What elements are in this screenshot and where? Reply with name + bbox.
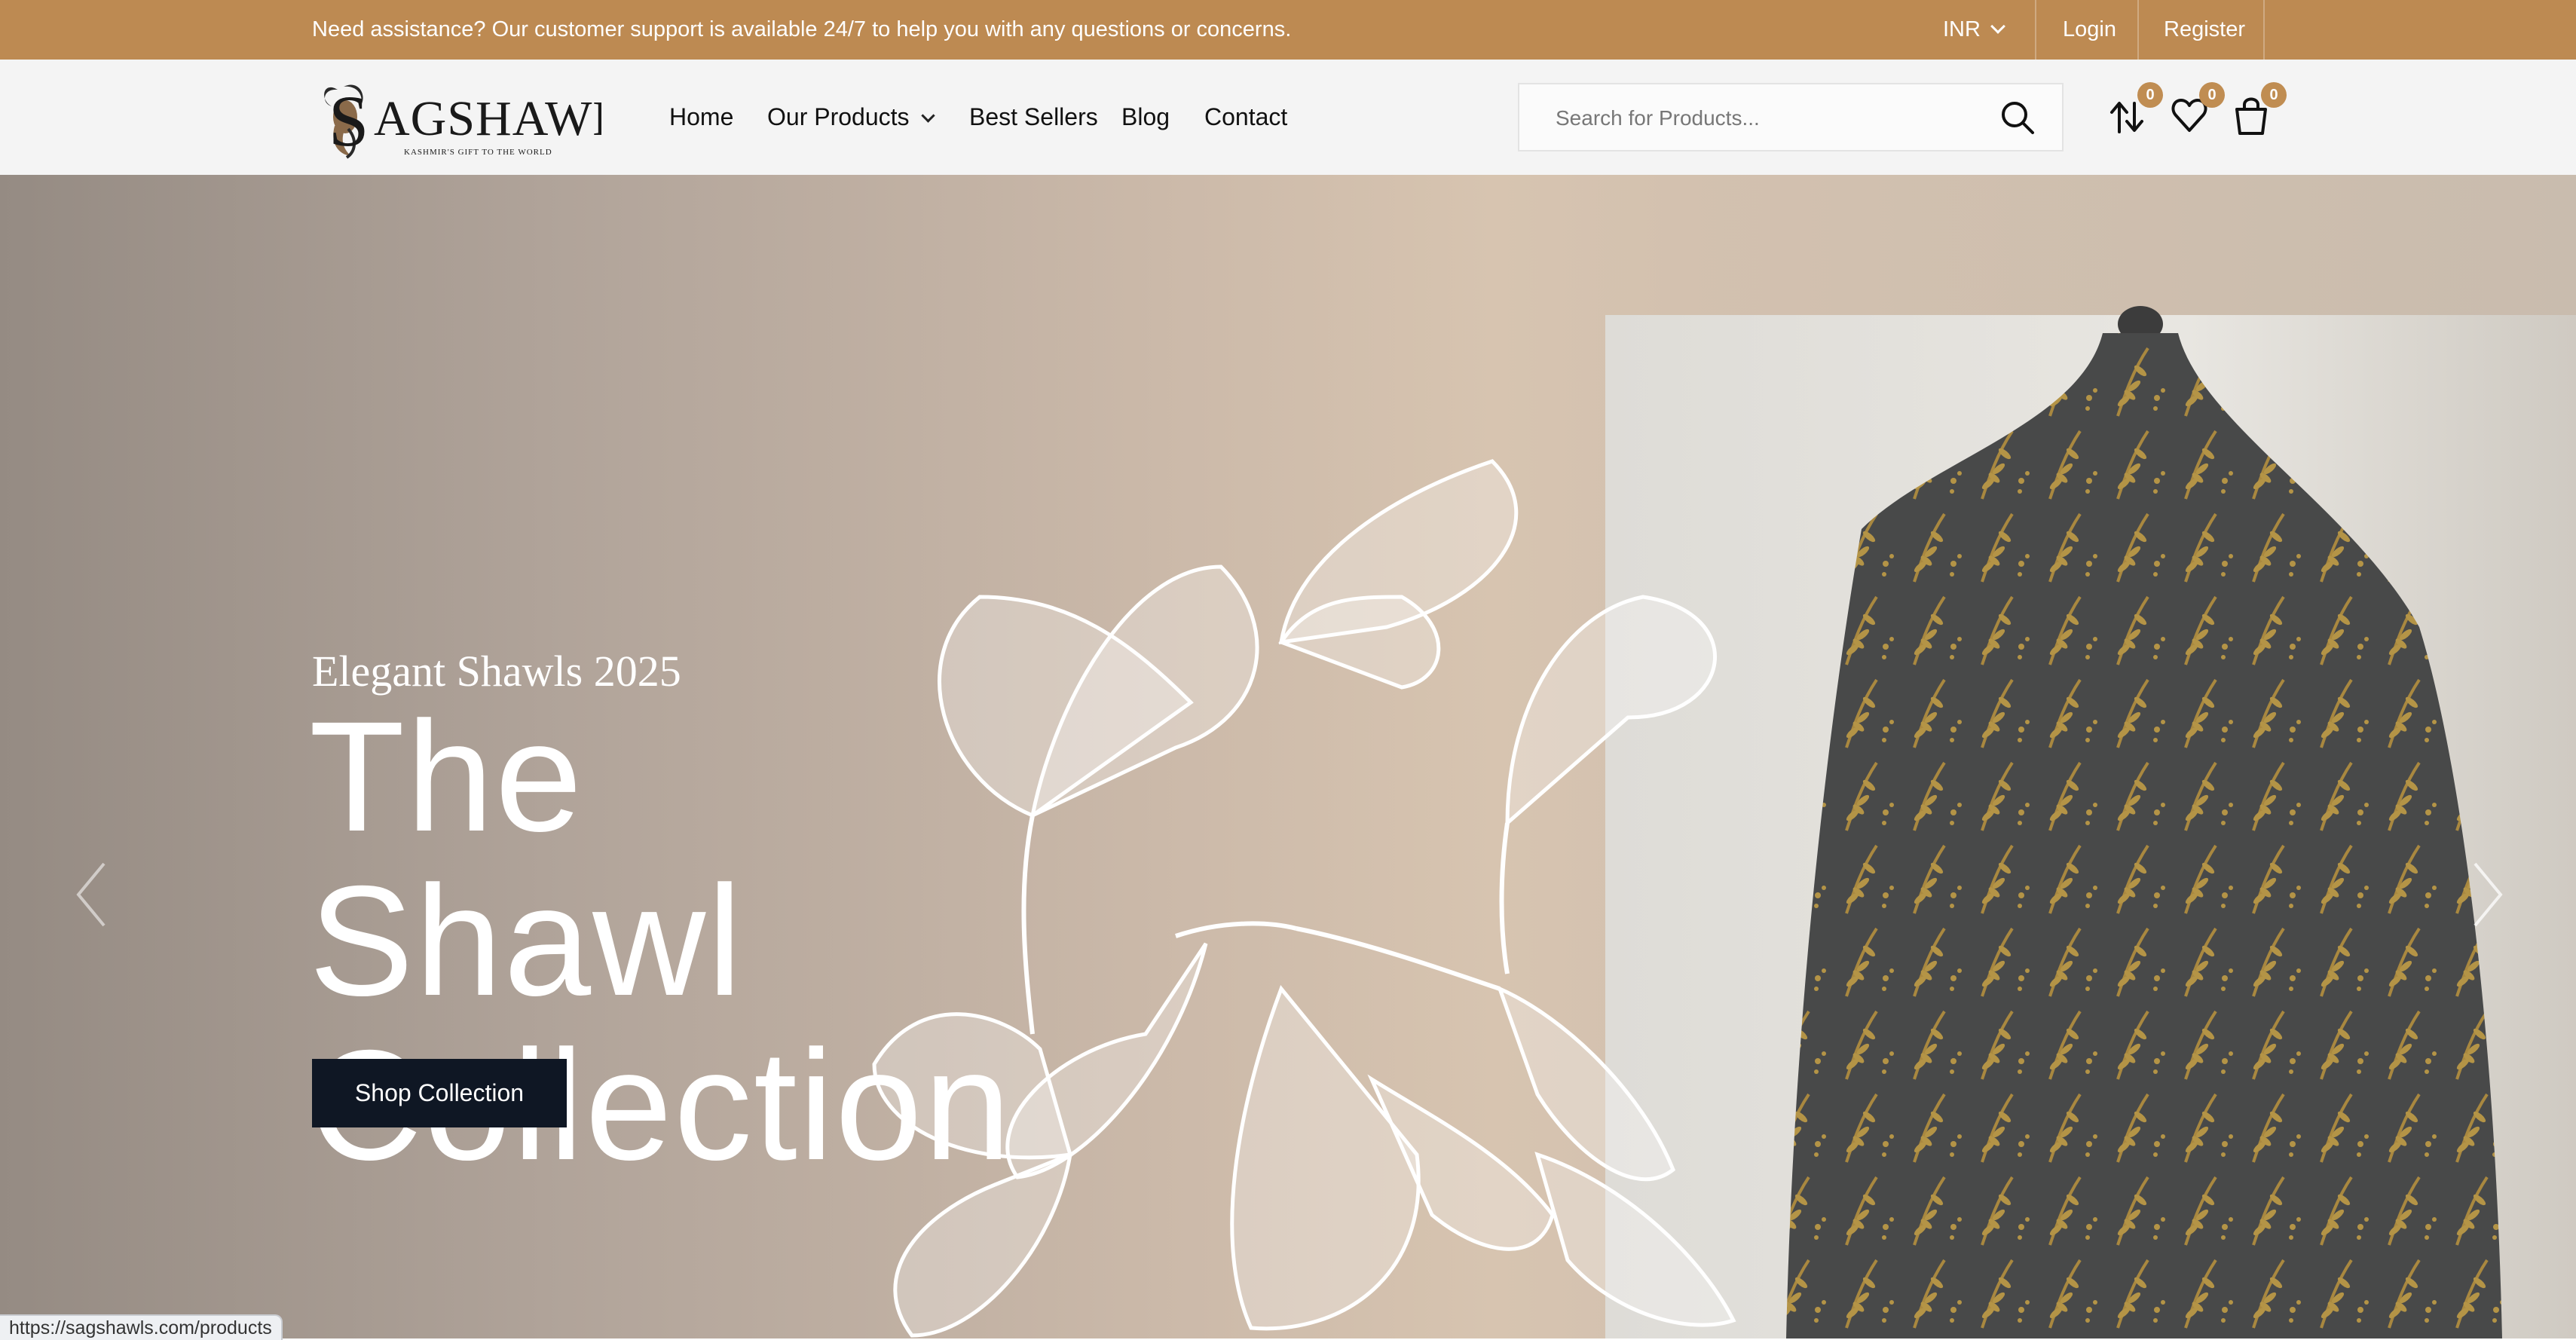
divider xyxy=(2137,0,2139,60)
logo-tagline: KASHMIR'S GIFT TO THE WORLD xyxy=(404,148,552,157)
nav-blog[interactable]: Blog xyxy=(1121,60,1170,175)
nav-our-products[interactable]: Our Products xyxy=(767,60,935,175)
divider xyxy=(2035,0,2036,60)
chevron-down-icon xyxy=(920,109,935,123)
nav-best-sellers[interactable]: Best Sellers xyxy=(969,60,1098,175)
divider xyxy=(2263,0,2265,60)
compare-button[interactable]: 0 xyxy=(2109,82,2163,136)
site-header: S AGSHAWLS KASHMIR'S GIFT TO THE WORLD H… xyxy=(0,60,2576,175)
hero-slider: Elegant Shawls 2025 The Shawl Collection… xyxy=(0,175,2576,1338)
site-logo[interactable]: S AGSHAWLS KASHMIR'S GIFT TO THE WORLD xyxy=(315,73,651,162)
previous-slide-arrow-icon[interactable] xyxy=(65,853,118,936)
shop-collection-button[interactable]: Shop Collection xyxy=(312,1059,567,1127)
hero-subtitle: Elegant Shawls 2025 xyxy=(312,647,681,696)
logo-wordmark: AGSHAWLS xyxy=(374,91,601,146)
announcement-bar: Need assistance? Our customer support is… xyxy=(0,0,2576,60)
search-icon[interactable] xyxy=(2000,100,2035,135)
chevron-down-icon xyxy=(1990,19,2005,34)
currency-label: INR xyxy=(1943,17,1981,41)
link-preview-status-bar: https://sagshawls.com/products xyxy=(0,1314,283,1340)
compare-count-badge: 0 xyxy=(2137,82,2163,108)
search-input[interactable] xyxy=(1519,84,2024,151)
nav-contact[interactable]: Contact xyxy=(1204,60,1287,175)
cart-count-badge: 0 xyxy=(2261,82,2287,108)
cart-button[interactable]: 0 xyxy=(2232,82,2287,136)
search-box xyxy=(1518,83,2064,151)
wishlist-button[interactable]: 0 xyxy=(2171,82,2225,136)
nav-home[interactable]: Home xyxy=(669,60,733,175)
login-link[interactable]: Login xyxy=(2063,0,2116,60)
register-link[interactable]: Register xyxy=(2164,0,2245,60)
hero-title-line-1: The Shawl xyxy=(309,690,744,1029)
support-message: Need assistance? Our customer support is… xyxy=(312,17,1292,41)
wishlist-count-badge: 0 xyxy=(2199,82,2225,108)
logo-initial: S xyxy=(329,81,369,161)
next-slide-arrow-icon[interactable] xyxy=(2461,853,2514,936)
currency-selector[interactable]: INR xyxy=(1943,0,2005,60)
logo-graphic: S AGSHAWLS KASHMIR'S GIFT TO THE WORLD xyxy=(324,81,651,161)
nav-our-products-label: Our Products xyxy=(767,103,910,130)
